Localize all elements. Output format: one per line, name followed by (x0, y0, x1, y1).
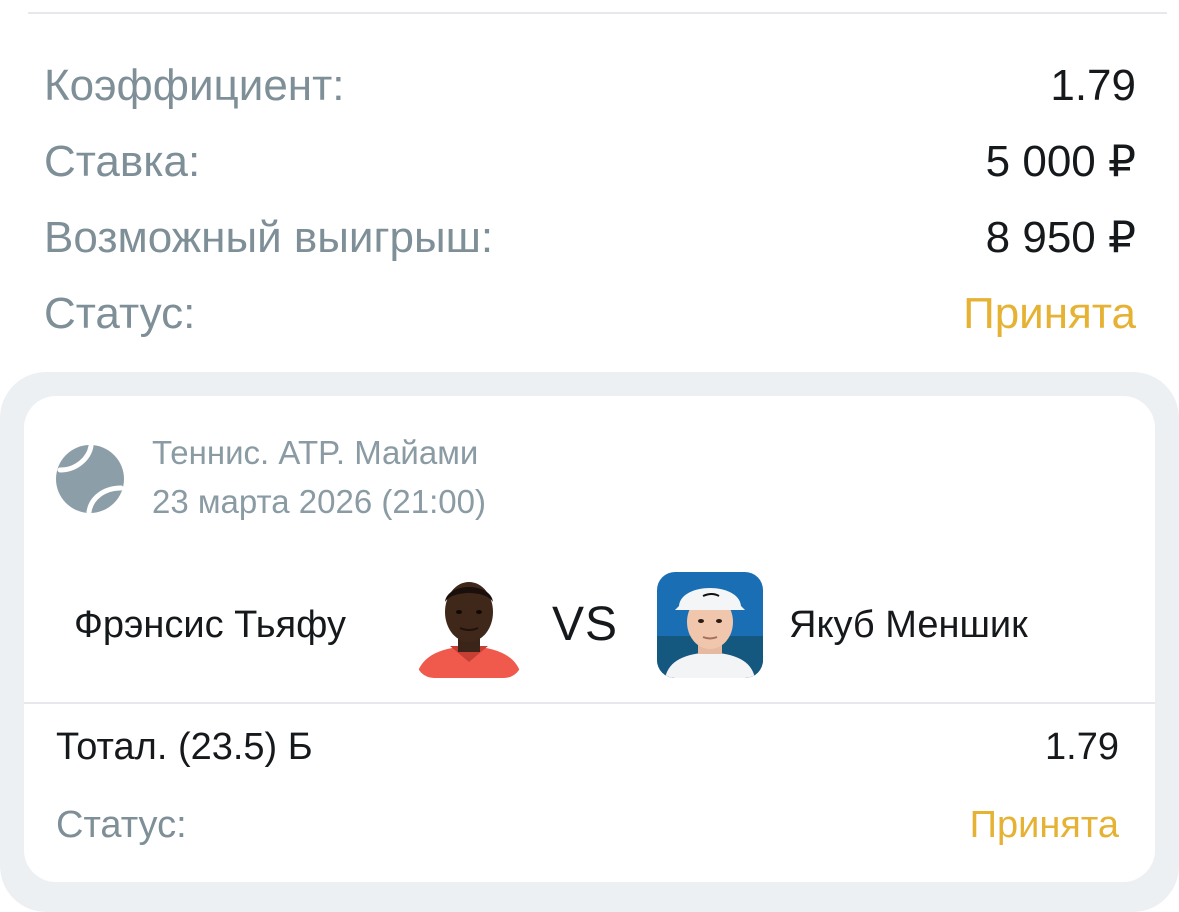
status-badge: Принята (963, 289, 1136, 338)
event-datetime: 23 марта 2026 (21:00) (152, 483, 486, 520)
bet-market-row: Тотал. (23.5) Б 1.79 (56, 728, 1119, 766)
tennis-ball-icon (55, 443, 125, 515)
bet-market: Тотал. (23.5) Б (56, 726, 313, 768)
top-divider (28, 12, 1167, 14)
bet-coefficient: 1.79 (1045, 726, 1119, 768)
event-sport-league: Теннис. ATP. Майами (152, 434, 479, 471)
potential-win-value: 8 950 ₽ (985, 213, 1136, 262)
coefficient-row: Коэффициент: 1.79 (44, 48, 1136, 124)
coefficient-value: 1.79 (1050, 61, 1136, 110)
versus-label: VS (552, 598, 619, 651)
coefficient-label: Коэффициент: (44, 61, 345, 110)
status-label: Статус: (44, 289, 196, 338)
event-card[interactable]: Теннис. ATP. Майами 23 марта 2026 (21:00… (24, 396, 1155, 882)
status-row: Статус: Принята (44, 276, 1136, 352)
stake-row: Ставка: 5 000 ₽ (44, 124, 1136, 200)
bet-summary: Коэффициент: 1.79 Ставка: 5 000 ₽ Возмож… (44, 48, 1136, 352)
bet-status-label: Статус: (56, 804, 187, 846)
bet-status-badge: Принята (969, 804, 1119, 846)
home-player-avatar (416, 572, 522, 678)
home-player-name: Фрэнсис Тьяфу (74, 604, 346, 646)
away-player-name: Якуб Меншик (789, 604, 1028, 646)
potential-win-label: Возможный выигрыш: (44, 213, 494, 262)
potential-win-row: Возможный выигрыш: 8 950 ₽ (44, 200, 1136, 276)
card-divider (24, 702, 1155, 704)
away-player-avatar (657, 572, 763, 678)
stake-value: 5 000 ₽ (985, 137, 1136, 186)
stake-label: Ставка: (44, 137, 201, 186)
bet-status-row: Статус: Принята (56, 806, 1119, 844)
